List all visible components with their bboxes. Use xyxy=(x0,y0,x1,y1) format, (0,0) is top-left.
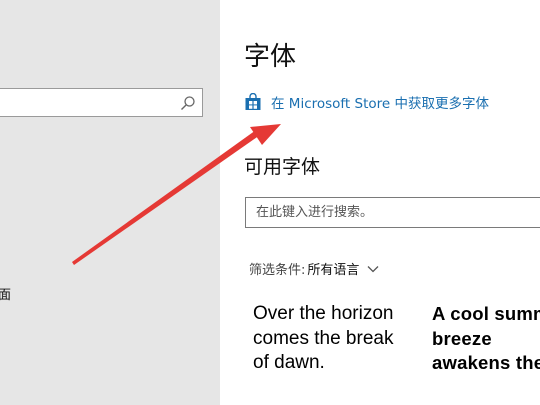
available-fonts-heading: 可用字体 xyxy=(244,156,321,178)
settings-search-input[interactable] xyxy=(0,89,173,118)
font-preview-card[interactable]: A cool summ breeze awakens the xyxy=(432,302,540,376)
language-filter[interactable]: 筛选条件: 所有语言 xyxy=(249,259,379,278)
sidebar-item[interactable]: 面 xyxy=(0,284,11,303)
filter-label: 筛选条件: xyxy=(249,263,306,278)
store-link[interactable]: 在 Microsoft Store 中获取更多字体 xyxy=(244,92,489,112)
store-bag-icon xyxy=(245,93,261,110)
settings-sidebar: 面 xyxy=(0,0,220,405)
font-search-input[interactable] xyxy=(246,198,540,227)
sidebar-item-label: 面 xyxy=(0,288,12,303)
font-preview-card[interactable]: Over the horizon comes the break of dawn… xyxy=(253,302,413,376)
settings-search-box[interactable] xyxy=(0,88,203,118)
font-search-box[interactable] xyxy=(245,197,540,228)
font-preview-text-line: awakens the xyxy=(432,352,540,373)
search-icon[interactable] xyxy=(180,95,196,111)
chevron-down-icon[interactable] xyxy=(367,265,379,273)
page-title: 字体 xyxy=(244,42,297,72)
filter-value[interactable]: 所有语言 xyxy=(307,259,359,278)
font-preview-text-line: breeze xyxy=(432,327,492,349)
font-preview-text: Over the horizon comes the break of dawn… xyxy=(253,303,394,373)
store-link-label[interactable]: 在 Microsoft Store 中获取更多字体 xyxy=(271,92,489,112)
font-preview-text-line: A cool summ xyxy=(432,303,540,324)
fonts-page: 字体 在 Microsoft Store 中获取更多字体 可用字体 筛选条件: … xyxy=(220,0,540,405)
